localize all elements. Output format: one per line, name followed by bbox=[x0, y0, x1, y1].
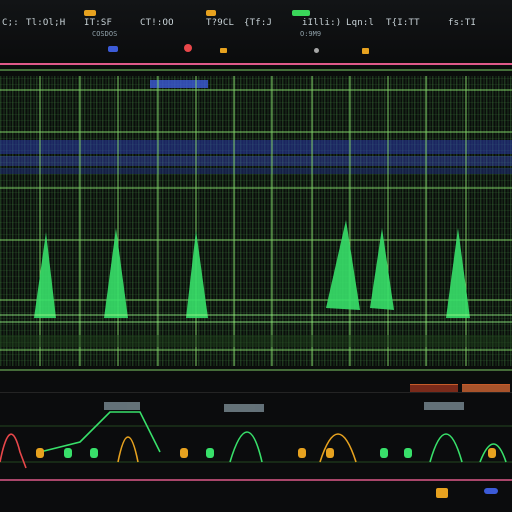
status-led-green[interactable] bbox=[292, 10, 310, 16]
marker-grey-icon[interactable] bbox=[314, 48, 319, 53]
marker-dot-orange-bottom bbox=[436, 488, 448, 498]
blue-band bbox=[0, 140, 512, 154]
toolbar-item[interactable]: Lqn:l bbox=[346, 18, 374, 28]
channel-marker-blue bbox=[150, 80, 208, 88]
secondary-waveform-panel[interactable] bbox=[0, 392, 512, 512]
toolbar-sublabel: COSDOS bbox=[92, 30, 118, 38]
toolbar-item[interactable]: C;: bbox=[2, 18, 19, 28]
channel-blue-icon[interactable] bbox=[108, 46, 118, 52]
toolbar-item[interactable]: fs:TI bbox=[448, 18, 476, 28]
marker-orange-icon[interactable] bbox=[220, 48, 227, 53]
toolbar-item[interactable]: IT:SF bbox=[84, 18, 112, 28]
toolbar-item[interactable]: T{I:TT bbox=[386, 18, 420, 28]
toolbar-item[interactable]: T?9CL bbox=[206, 18, 234, 28]
record-led-orange[interactable] bbox=[84, 10, 96, 16]
toolbar-sublabel: O:9M9 bbox=[300, 30, 322, 38]
toolbar: C;: Tl:Ol;H IT:SF CT!:OO T?9CL {Tf:J iIl… bbox=[0, 0, 512, 60]
alert-dot-red-icon[interactable] bbox=[184, 44, 192, 52]
marker-orange-icon-2[interactable] bbox=[362, 48, 369, 54]
toolbar-item[interactable]: iIlli:) bbox=[302, 18, 341, 28]
marker-dot-blue-bottom bbox=[484, 488, 498, 494]
main-oscilloscope-panel[interactable] bbox=[0, 60, 512, 380]
toolbar-item[interactable]: {Tf:J bbox=[244, 18, 272, 28]
toolbar-item[interactable]: CT!:OO bbox=[140, 18, 174, 28]
status-led-orange-2[interactable] bbox=[206, 10, 216, 16]
toolbar-item[interactable]: Tl:Ol;H bbox=[26, 18, 65, 28]
